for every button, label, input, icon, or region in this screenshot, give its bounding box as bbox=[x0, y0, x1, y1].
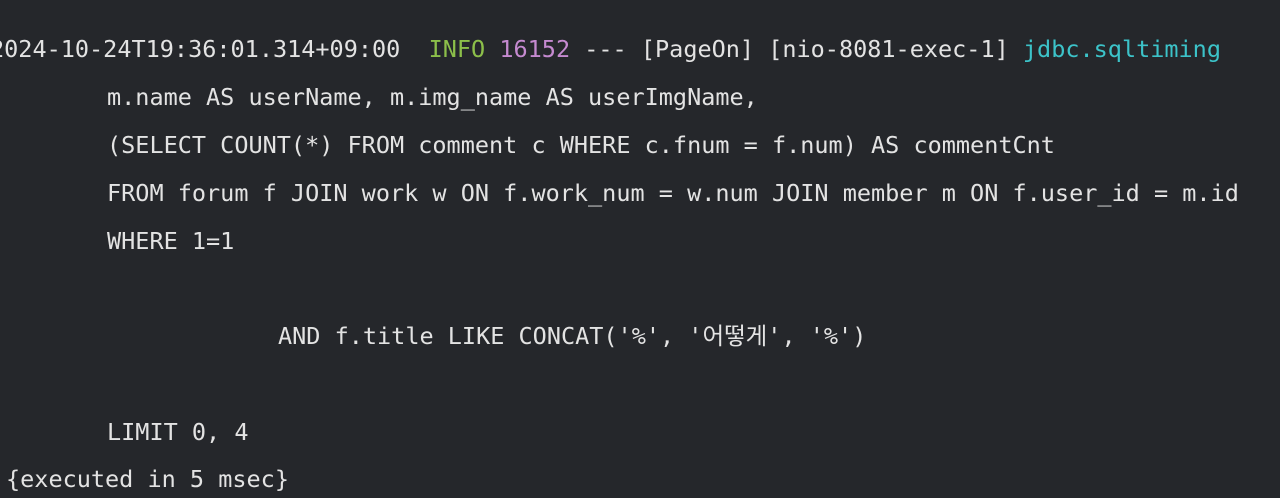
log-timestamp: 2024-10-24T19:36:01.314+09:00 bbox=[0, 35, 401, 63]
sql-line: m.name AS userName, m.img_name AS userIm… bbox=[107, 83, 758, 111]
log-header-line: 2024-10-24T19:36:01.314+09:00 INFO 16152… bbox=[0, 34, 1221, 64]
execution-time: {executed in 5 msec} bbox=[6, 465, 289, 493]
log-level: INFO bbox=[428, 35, 486, 63]
log-separator: --- bbox=[584, 35, 627, 63]
sql-line: AND f.title LIKE CONCAT('%', '어떻게', '%') bbox=[278, 322, 867, 350]
sql-line: LIMIT 0, 4 bbox=[107, 418, 249, 446]
sql-line: FROM forum f JOIN work w ON f.work_num =… bbox=[107, 179, 1239, 207]
log-app: [PageOn] bbox=[640, 35, 755, 63]
terminal-output: 2024-10-24T19:36:01.314+09:00 INFO 16152… bbox=[0, 0, 1280, 498]
sql-line: WHERE 1=1 bbox=[107, 227, 235, 255]
log-pid: 16152 bbox=[499, 35, 571, 63]
log-thread: [nio-8081-exec-1] bbox=[768, 35, 1009, 63]
sql-line: (SELECT COUNT(*) FROM comment c WHERE c.… bbox=[107, 131, 1055, 159]
log-logger: jdbc.sqltiming bbox=[1022, 35, 1221, 63]
